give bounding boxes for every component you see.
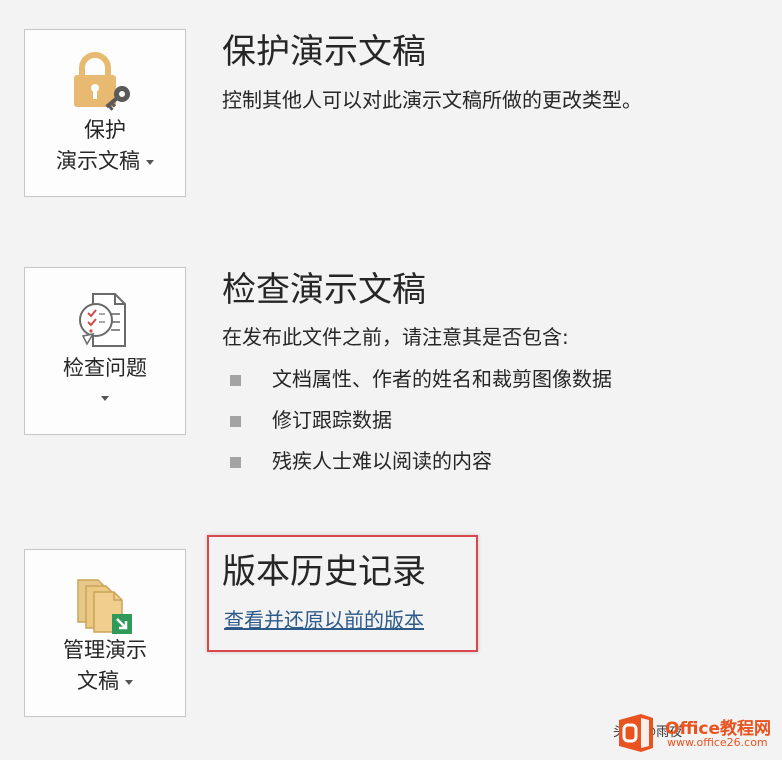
check-issues-button[interactable]: 检查问题: [24, 267, 186, 435]
check-issues-caret-row: [25, 382, 185, 413]
inspect-item-text: 文档属性、作者的姓名和裁剪图像数据: [272, 367, 612, 391]
manage-tile-label-line1: 管理演示: [63, 638, 147, 662]
list-item: 残疾人士难以阅读的内容: [230, 442, 612, 483]
manage-presentation-button[interactable]: 管理演示 文稿: [24, 549, 186, 717]
inspect-item-text: 残疾人士难以阅读的内容: [272, 449, 492, 473]
watermark-url: www.office26.com: [667, 736, 768, 749]
chevron-down-icon: [146, 159, 154, 165]
inspect-section-title: 检查演示文稿: [222, 270, 426, 310]
check-issues-tile-label: 检查问题: [63, 356, 147, 380]
protect-section-description: 控制其他人可以对此演示文稿所做的更改类型。: [222, 88, 642, 112]
protect-presentation-button[interactable]: 保护 演示文稿: [24, 29, 186, 197]
bullet-square-icon: [230, 416, 241, 427]
version-history-title: 版本历史记录: [222, 552, 426, 592]
stacked-documents-icon: [77, 579, 132, 634]
protect-tile-label-line2: 演示文稿: [25, 146, 185, 177]
manage-tile-label-text: 文稿: [77, 669, 119, 693]
lock-key-icon: [74, 52, 130, 111]
chevron-down-icon: [125, 679, 133, 685]
list-item: 文档属性、作者的姓名和裁剪图像数据: [230, 360, 612, 401]
watermark: 头条 @雨夜 Office教程网 www.office26.com: [605, 704, 777, 754]
bullet-square-icon: [230, 457, 241, 468]
bullet-square-icon: [230, 375, 241, 386]
protect-tile-label-text: 演示文稿: [56, 149, 140, 173]
list-item: 修订跟踪数据: [230, 401, 612, 442]
inspect-items-list: 文档属性、作者的姓名和裁剪图像数据 修订跟踪数据 残疾人士难以阅读的内容: [230, 360, 612, 483]
manage-tile-label-line2: 文稿: [25, 666, 185, 697]
office-logo-icon: [619, 714, 653, 752]
chevron-down-icon: [101, 395, 109, 401]
restore-previous-versions-link[interactable]: 查看并还原以前的版本: [224, 606, 424, 634]
protect-section-title: 保护演示文稿: [222, 32, 426, 72]
inspect-item-text: 修订跟踪数据: [272, 408, 392, 432]
document-checklist-icon: [79, 293, 126, 347]
protect-tile-label-line1: 保护: [84, 118, 126, 142]
inspect-section-description: 在发布此文件之前，请注意其是否包含:: [222, 325, 569, 349]
